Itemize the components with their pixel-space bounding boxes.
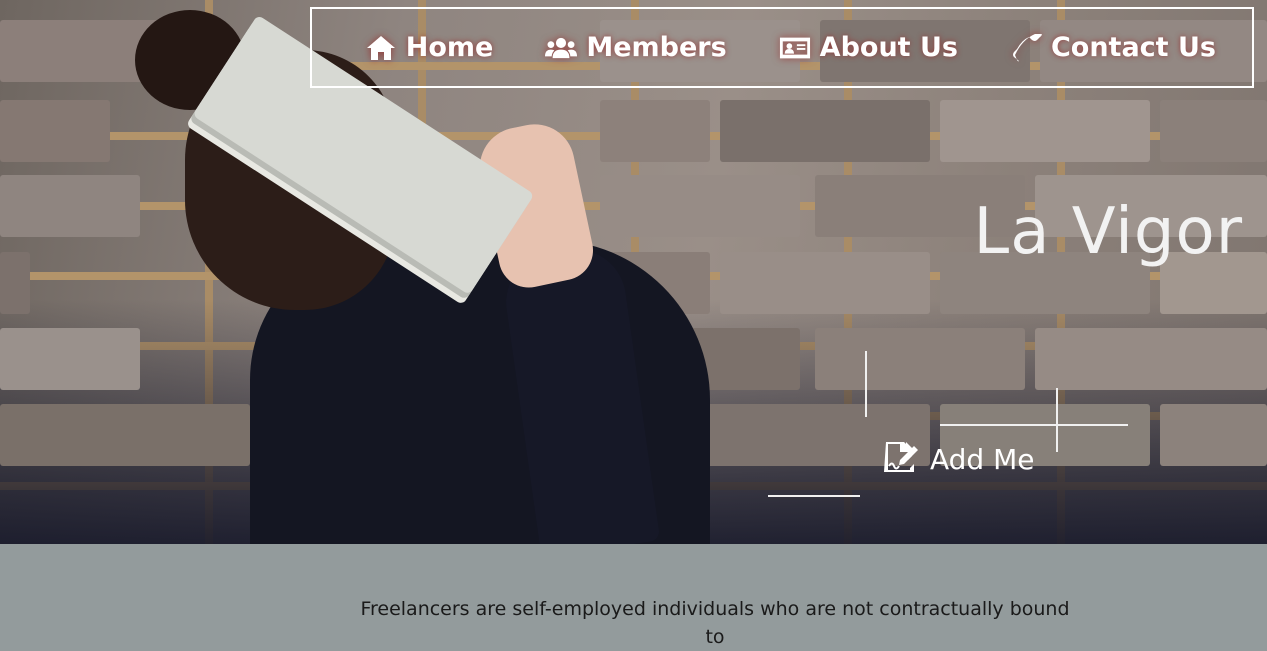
nav-contact[interactable]: Contact Us [1010,32,1216,63]
hero-title: La Vigor [973,195,1243,269]
phone-icon [1012,33,1042,61]
nav-members[interactable]: Members [545,32,727,63]
intro-text: Freelancers are self-employed individual… [360,598,1070,648]
users-icon [545,37,578,58]
nav-home-label: Home [405,32,494,63]
hero-section: La Vigor Add Me Home Members About Us Co… [0,0,1267,544]
decorative-line [940,424,1128,426]
add-me-label: Add Me [930,443,1035,476]
decorative-line [1056,388,1058,452]
decorative-line [865,351,867,417]
decorative-line [768,495,860,497]
file-signature-icon [884,440,920,479]
nav-about-label: About Us [819,32,958,63]
id-card-icon [779,37,810,58]
nav-contact-label: Contact Us [1050,32,1216,63]
nav-about[interactable]: About Us [779,32,958,63]
home-icon [366,35,395,60]
main-navbar: Home Members About Us Contact Us [310,7,1254,88]
nav-home[interactable]: Home [365,32,494,63]
nav-members-label: Members [586,32,727,63]
add-me-button[interactable]: Add Me [884,440,1035,479]
